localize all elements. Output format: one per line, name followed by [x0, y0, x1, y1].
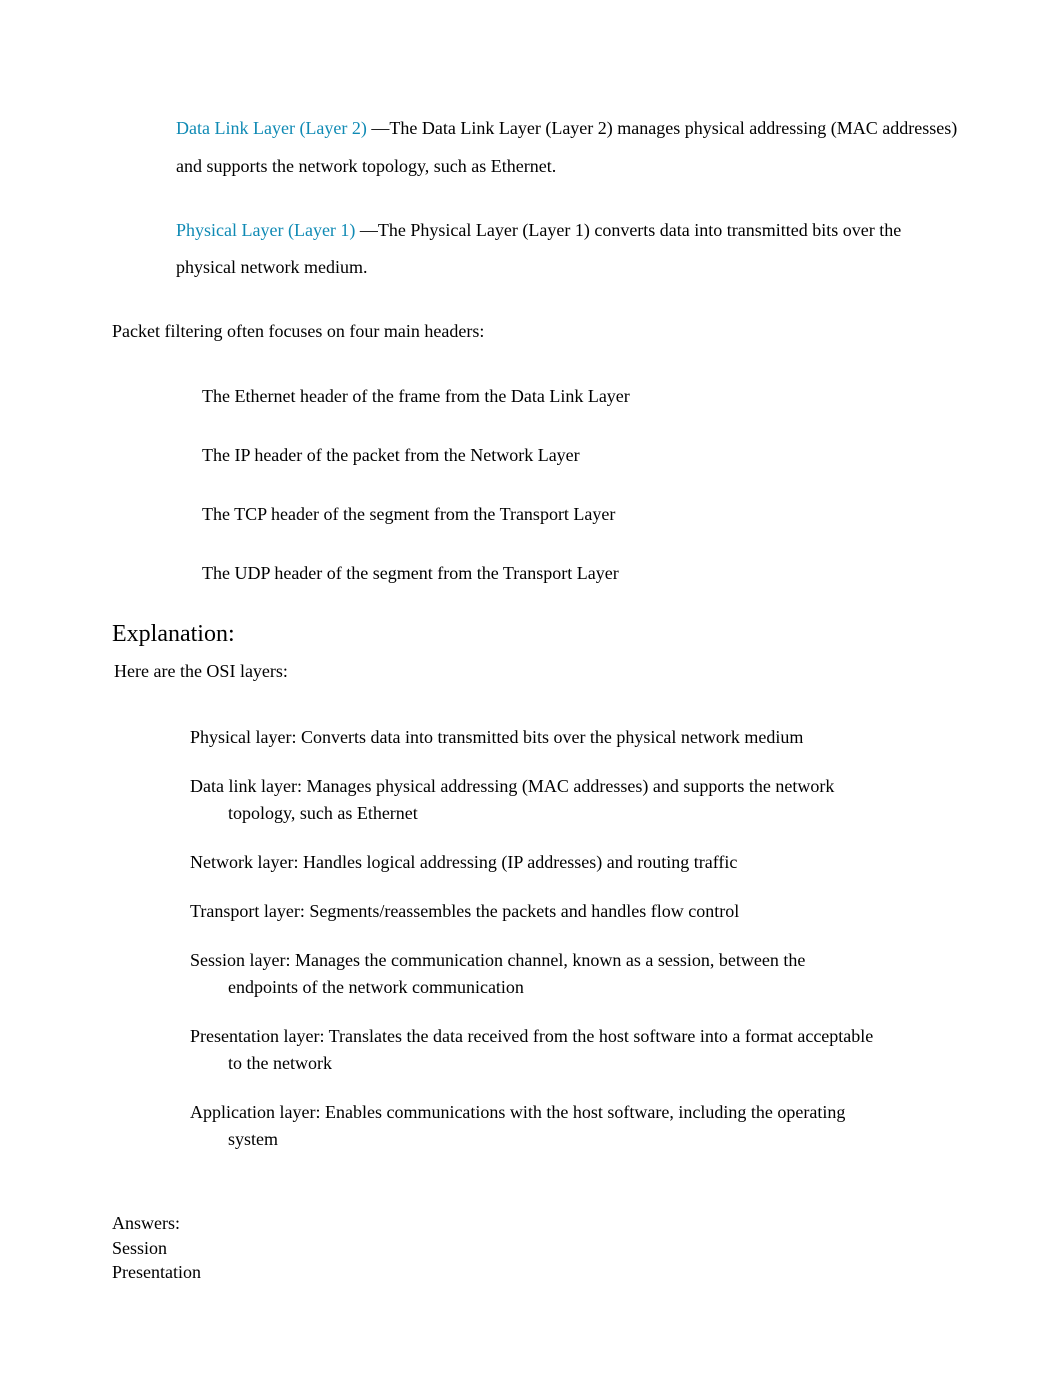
filter-header-text: The TCP header of the segment from the T…: [202, 504, 615, 524]
bullet-icon: : [140, 112, 152, 146]
osi-layers-list:  Physical layer: Converts data into tra…: [174, 724, 962, 1153]
list-item:  Data Link Layer (Layer 2) —The Data Li…: [112, 110, 962, 186]
filter-headers-list:  The Ethernet header of the frame from …: [112, 382, 962, 587]
osi-layer-name: Physical layer:: [190, 727, 296, 747]
bullet-icon: : [174, 1099, 186, 1123]
osi-layer-name: Transport layer:: [190, 901, 305, 921]
osi-layer-name: Presentation layer:: [190, 1026, 324, 1046]
list-item:  Physical Layer (Layer 1) —The Physical…: [112, 212, 962, 288]
list-item:  The Ethernet header of the frame from …: [112, 382, 962, 411]
layer-name-repeat: Data Link Layer (Layer 2): [422, 118, 613, 138]
bullet-icon: : [140, 214, 152, 248]
filter-header-text: The IP header of the packet from the Net…: [202, 445, 580, 465]
bullet-icon: : [140, 500, 152, 526]
osi-intro-text: Here are the OSI layers:: [114, 659, 962, 684]
osi-layer-desc-cont: system: [190, 1126, 962, 1153]
osi-layer-desc: Converts data into transmitted bits over…: [301, 727, 803, 747]
layer-link[interactable]: Physical Layer (Layer 1): [176, 220, 355, 240]
bullet-icon: : [174, 849, 186, 873]
osi-layer-desc-cont: endpoints of the network communication: [190, 974, 962, 1001]
bullet-icon: : [140, 441, 152, 467]
bullet-icon: : [174, 1023, 186, 1047]
document-page:  Data Link Layer (Layer 2) —The Data Li…: [0, 0, 1062, 1344]
osi-layer-desc-cont: topology, such as Ethernet: [190, 800, 962, 827]
osi-layer-desc: Manages the communication channel, known…: [295, 950, 805, 970]
bullet-icon: : [140, 559, 152, 585]
osi-layer-desc: Manages physical addressing (MAC address…: [306, 776, 834, 796]
list-item:  Application layer: Enables communicati…: [174, 1099, 962, 1153]
list-item:  Presentation layer: Translates the dat…: [174, 1023, 962, 1077]
explanation-heading: Explanation:: [112, 618, 962, 652]
bullet-icon: : [174, 898, 186, 922]
layer-name-repeat: Physical Layer (Layer 1): [410, 220, 589, 240]
list-item:  Session layer: Manages the communicati…: [174, 947, 962, 1001]
list-item:  Data link layer: Manages physical addr…: [174, 773, 962, 827]
filter-header-text: The Ethernet header of the frame from th…: [202, 386, 630, 406]
list-item:  The UDP header of the segment from the…: [112, 559, 962, 588]
osi-layer-name: Network layer:: [190, 852, 298, 872]
osi-layer-desc: Translates the data received from the ho…: [329, 1026, 874, 1046]
top-bullet-list:  Data Link Layer (Layer 2) —The Data Li…: [112, 110, 962, 287]
osi-layer-desc: Enables communications with the host sof…: [325, 1102, 845, 1122]
bullet-icon: : [140, 382, 152, 408]
answer-item: Presentation: [112, 1260, 962, 1284]
osi-layer-desc-cont: to the network: [190, 1050, 962, 1077]
text-dash: —The: [355, 220, 410, 240]
bullet-icon: : [174, 724, 186, 748]
osi-layer-name: Session layer:: [190, 950, 291, 970]
filter-intro-text: Packet filtering often focuses on four m…: [112, 319, 962, 344]
text-dash: —The: [367, 118, 422, 138]
osi-layer-desc: Handles logical addressing (IP addresses…: [303, 852, 737, 872]
osi-layer-desc: Segments/reassembles the packets and han…: [309, 901, 739, 921]
list-item:  Network layer: Handles logical address…: [174, 849, 962, 876]
bullet-icon: : [174, 773, 186, 797]
answers-block: Answers: Session Presentation: [112, 1211, 962, 1284]
osi-layer-name: Application layer:: [190, 1102, 320, 1122]
answer-item: Session: [112, 1236, 962, 1260]
answers-label: Answers:: [112, 1211, 962, 1235]
osi-layer-name: Data link layer:: [190, 776, 302, 796]
list-item:  The IP header of the packet from the N…: [112, 441, 962, 470]
list-item:  The TCP header of the segment from the…: [112, 500, 962, 529]
bullet-icon: : [174, 947, 186, 971]
layer-link[interactable]: Data Link Layer (Layer 2): [176, 118, 367, 138]
filter-header-text: The UDP header of the segment from the T…: [202, 563, 619, 583]
list-item:  Transport layer: Segments/reassembles …: [174, 898, 962, 925]
list-item:  Physical layer: Converts data into tra…: [174, 724, 962, 751]
